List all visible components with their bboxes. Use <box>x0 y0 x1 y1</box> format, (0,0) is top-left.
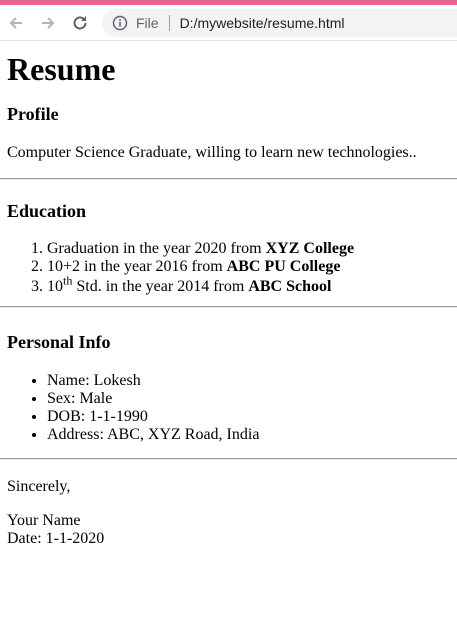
list-item: Address: ABC, XYZ Road, India <box>47 426 457 444</box>
closing-name: Your Name <box>7 512 81 529</box>
profile-heading: Profile <box>7 104 59 124</box>
education-item: Graduation in the year 2020 from XYZ Col… <box>47 240 457 258</box>
reload-icon <box>73 15 87 29</box>
divider <box>0 458 457 460</box>
forward-arrow-icon <box>42 16 55 29</box>
closing-sincerely: Sincerely, <box>7 478 71 495</box>
closing-date: Date: 1-1-2020 <box>7 530 105 547</box>
url-text[interactable]: D:/mywebsite/resume.html <box>180 15 345 31</box>
divider <box>0 178 457 180</box>
list-item: Name: Lokesh <box>47 372 457 390</box>
list-item: Sex: Male <box>47 390 457 408</box>
url-separator <box>168 14 170 31</box>
back-arrow-icon <box>9 16 22 29</box>
url-scheme: File <box>136 14 159 31</box>
divider <box>0 306 457 308</box>
back-button[interactable] <box>0 5 32 41</box>
education-item: 10th Std. in the year 2014 from ABC Scho… <box>47 275 457 298</box>
info-icon[interactable] <box>112 15 128 31</box>
personal-info-list: Name: Lokesh Sex: Male DOB: 1-1-1990 Add… <box>7 372 457 444</box>
education-heading: Education <box>7 201 87 221</box>
page-title: Resume <box>7 51 116 87</box>
personal-info-heading: Personal Info <box>7 332 111 352</box>
list-item: DOB: 1-1-1990 <box>47 408 457 426</box>
page-content: Resume Profile Computer Science Graduate… <box>0 53 457 548</box>
address-bar[interactable]: File D:/mywebsite/resume.html <box>102 8 457 37</box>
forward-button[interactable] <box>32 5 64 41</box>
education-item: 10+2 in the year 2016 from ABC PU Colleg… <box>47 258 457 276</box>
profile-text: Computer Science Graduate, willing to le… <box>7 144 417 161</box>
browser-toolbar: File D:/mywebsite/resume.html <box>0 5 457 41</box>
education-list: Graduation in the year 2020 from XYZ Col… <box>7 240 457 298</box>
reload-button[interactable] <box>64 5 96 41</box>
